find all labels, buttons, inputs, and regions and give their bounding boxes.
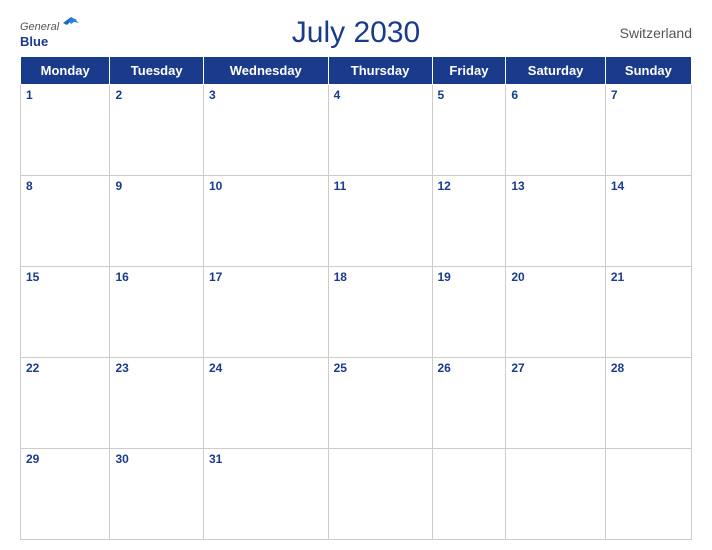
day-number: 26 (438, 361, 501, 375)
calendar-cell: 21 (605, 267, 691, 358)
day-number: 5 (438, 88, 501, 102)
week-row-4: 22 23 24 25 26 27 28 (21, 358, 692, 449)
calendar-cell (506, 449, 605, 540)
day-number: 6 (511, 88, 599, 102)
day-number: 17 (209, 270, 323, 284)
day-number: 3 (209, 88, 323, 102)
logo: General Blue (20, 17, 59, 49)
calendar-table: MondayTuesdayWednesdayThursdayFridaySatu… (20, 56, 692, 540)
day-number: 12 (438, 179, 501, 193)
calendar-cell (328, 449, 432, 540)
header-wednesday: Wednesday (203, 57, 328, 85)
calendar-cell: 30 (110, 449, 204, 540)
calendar-cell: 3 (203, 85, 328, 176)
calendar-cell: 7 (605, 85, 691, 176)
calendar-cell: 15 (21, 267, 110, 358)
calendar-cell: 6 (506, 85, 605, 176)
calendar-cell: 13 (506, 176, 605, 267)
logo-general-text: General (20, 21, 59, 33)
calendar-cell: 26 (432, 358, 506, 449)
day-number: 22 (26, 361, 104, 375)
calendar-cell: 25 (328, 358, 432, 449)
day-number: 29 (26, 452, 104, 466)
day-number: 11 (334, 179, 427, 193)
logo-bird-icon (63, 15, 79, 31)
calendar-cell: 1 (21, 85, 110, 176)
calendar-header-row: MondayTuesdayWednesdayThursdayFridaySatu… (21, 57, 692, 85)
week-row-3: 15 16 17 18 19 20 21 (21, 267, 692, 358)
day-number: 14 (611, 179, 686, 193)
calendar-cell: 20 (506, 267, 605, 358)
calendar-cell: 27 (506, 358, 605, 449)
day-number: 27 (511, 361, 599, 375)
calendar-cell: 12 (432, 176, 506, 267)
day-number: 8 (26, 179, 104, 193)
logo-blue-text: Blue (20, 35, 48, 49)
day-number: 13 (511, 179, 599, 193)
calendar-cell (432, 449, 506, 540)
header-saturday: Saturday (506, 57, 605, 85)
calendar-cell: 17 (203, 267, 328, 358)
day-number: 19 (438, 270, 501, 284)
calendar-cell: 18 (328, 267, 432, 358)
calendar-cell: 9 (110, 176, 204, 267)
header-tuesday: Tuesday (110, 57, 204, 85)
days-of-week-row: MondayTuesdayWednesdayThursdayFridaySatu… (21, 57, 692, 85)
day-number: 10 (209, 179, 323, 193)
calendar-cell: 10 (203, 176, 328, 267)
calendar-cell: 5 (432, 85, 506, 176)
day-number: 2 (115, 88, 198, 102)
week-row-5: 29 30 31 (21, 449, 692, 540)
calendar-cell: 19 (432, 267, 506, 358)
day-number: 23 (115, 361, 198, 375)
day-number: 25 (334, 361, 427, 375)
day-number: 4 (334, 88, 427, 102)
day-number: 1 (26, 88, 104, 102)
calendar-cell: 23 (110, 358, 204, 449)
calendar-cell: 24 (203, 358, 328, 449)
calendar-cell: 28 (605, 358, 691, 449)
week-row-2: 89 10 11 12 13 14 (21, 176, 692, 267)
day-number: 28 (611, 361, 686, 375)
country-label: Switzerland (620, 25, 692, 41)
day-number: 24 (209, 361, 323, 375)
calendar-cell (605, 449, 691, 540)
header-thursday: Thursday (328, 57, 432, 85)
calendar-cell: 16 (110, 267, 204, 358)
day-number: 31 (209, 452, 323, 466)
day-number: 18 (334, 270, 427, 284)
day-number: 21 (611, 270, 686, 284)
day-number: 30 (115, 452, 198, 466)
header-monday: Monday (21, 57, 110, 85)
day-number: 16 (115, 270, 198, 284)
week-row-1: 1234567 (21, 85, 692, 176)
calendar-cell: 11 (328, 176, 432, 267)
calendar-cell: 4 (328, 85, 432, 176)
calendar-cell: 8 (21, 176, 110, 267)
calendar-title: July 2030 (292, 16, 420, 50)
calendar-cell: 31 (203, 449, 328, 540)
day-number: 9 (115, 179, 198, 193)
calendar-header: General Blue July 2030 Switzerland (20, 10, 692, 50)
day-number: 7 (611, 88, 686, 102)
calendar-cell: 29 (21, 449, 110, 540)
day-number: 15 (26, 270, 104, 284)
calendar-cell: 2 (110, 85, 204, 176)
header-friday: Friday (432, 57, 506, 85)
day-number: 20 (511, 270, 599, 284)
calendar-cell: 14 (605, 176, 691, 267)
calendar-body: 1234567891011121314151617181920212223242… (21, 85, 692, 540)
header-sunday: Sunday (605, 57, 691, 85)
calendar-cell: 22 (21, 358, 110, 449)
